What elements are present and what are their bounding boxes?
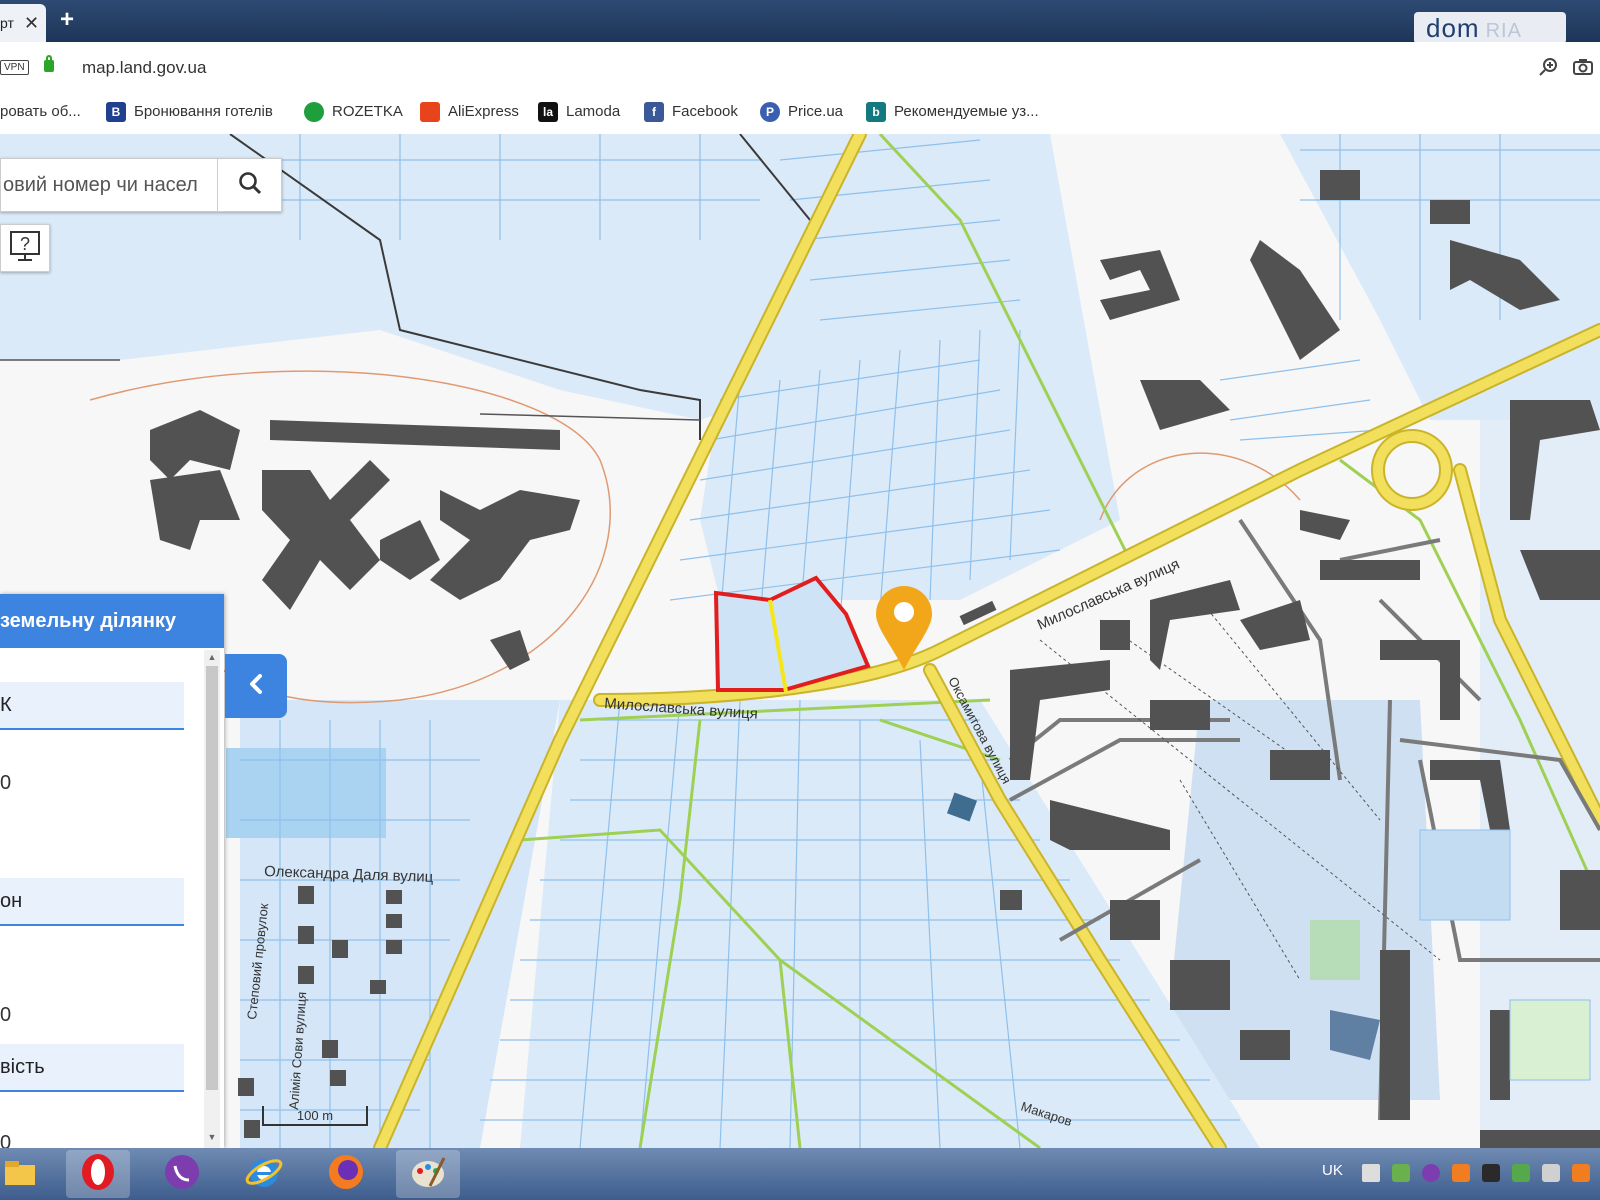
cadastral-map[interactable]: Милославська вулиця Милославська вулиця … [0,134,1600,1148]
ie-icon [244,1152,284,1197]
bookmark-item-lamoda[interactable]: la Lamoda [538,100,620,124]
svg-text:?: ? [20,234,30,254]
new-tab-button[interactable]: + [60,6,74,34]
lamoda-icon: la [538,102,558,123]
bookmark-label: ROZETKA [332,103,403,120]
bing-icon: b [866,102,886,123]
viber-icon [162,1152,202,1197]
panel-field[interactable]: К [0,682,184,730]
lock-icon[interactable] [44,55,54,72]
parcel-info-panel: земельну ділянку К 0 он 0 вість 0 ▲ ▼ [0,594,224,1148]
taskbar-explorer[interactable] [0,1150,40,1198]
bookmark-item-facebook[interactable]: f Facebook [644,100,738,124]
vpn-badge[interactable]: VPN [0,60,29,75]
nvidia-icon[interactable] [1392,1164,1410,1182]
firefox-icon [326,1152,366,1197]
network-tray-icon[interactable] [1482,1164,1500,1182]
map-scale-bar: 100 m [262,1106,368,1126]
taskbar-firefox[interactable] [314,1150,378,1198]
address-bar [0,42,1600,92]
help-button[interactable]: ? [0,224,50,272]
search-button[interactable] [217,159,281,211]
bookmark-item-aliexpress[interactable]: AliExpress [420,100,519,124]
logo-text: dom [1426,13,1480,43]
scroll-down-icon[interactable]: ▼ [204,1130,220,1144]
volume-icon[interactable] [1362,1164,1380,1182]
search-icon [237,170,263,201]
collapse-panel-button[interactable] [225,654,287,718]
settings-tray-icon[interactable] [1542,1164,1560,1182]
panel-field[interactable]: вість [0,1044,184,1092]
bookmark-item-recommended[interactable]: b Рекомендуемые уз... [866,100,1039,124]
dom-ria-logo: dom RIA [1414,12,1566,44]
opera-icon [78,1152,118,1197]
bookmark-item-0[interactable]: ровать об... [0,100,81,124]
taskbar-opera[interactable] [66,1150,130,1198]
paint-icon [408,1152,448,1197]
panel-value: 0 [0,772,12,794]
viber-tray-icon[interactable] [1422,1164,1440,1182]
bookmark-label: Бронювання готелів [134,103,273,120]
search-box [0,158,282,212]
panel-value: 0 [0,1004,12,1026]
browser-tab-bar: рт ✕ + [0,0,1600,42]
bookmark-item-rozetka[interactable]: ROZETKA [304,100,403,124]
taskbar-ie[interactable] [232,1150,296,1198]
rozetka-icon [304,102,324,123]
bookmark-label: ровать об... [0,103,81,120]
scrollbar-thumb[interactable] [206,666,218,1090]
bookmark-item-price[interactable]: P Price.ua [760,100,843,124]
url-field[interactable]: map.land.gov.ua [82,58,206,78]
tab-close-icon[interactable]: ✕ [24,13,39,34]
bookmark-item-booking[interactable]: B Бронювання готелів [106,100,273,124]
zoom-icon[interactable] [1538,56,1560,84]
camera-icon[interactable] [1572,56,1594,83]
explorer-icon [3,1157,37,1192]
browser-tab[interactable]: рт ✕ [0,4,46,42]
scroll-up-icon[interactable]: ▲ [204,650,220,664]
aliexpress-icon [420,102,440,123]
notification-tray-icon[interactable] [1572,1164,1590,1182]
keyboard-language[interactable]: UK [1322,1162,1343,1179]
chevron-left-icon [246,672,266,701]
bookmark-label: Facebook [672,103,738,120]
search-input[interactable] [1,159,215,211]
bookmark-label: Рекомендуемые уз... [894,103,1039,120]
security-tray-icon[interactable] [1512,1164,1530,1182]
panel-header: земельну ділянку [0,594,224,648]
panel-value: 0 [0,1132,12,1148]
bookmark-label: AliExpress [448,103,519,120]
bookmark-label: Price.ua [788,103,844,120]
logo-suffix: RIA [1485,20,1522,42]
facebook-icon: f [644,102,664,123]
tab-title: рт [0,15,14,31]
booking-icon: B [106,102,126,123]
taskbar-viber[interactable] [150,1150,214,1198]
taskbar-paint[interactable] [396,1150,460,1198]
price-icon: P [760,102,780,123]
bookmark-label: Lamoda [566,103,621,120]
update-tray-icon[interactable] [1452,1164,1470,1182]
panel-field[interactable]: он [0,878,184,926]
help-monitor-icon: ? [8,229,42,268]
